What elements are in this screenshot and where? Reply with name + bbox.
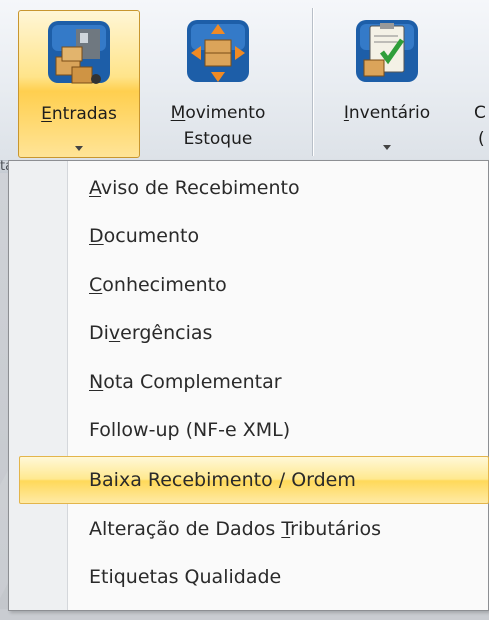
ribbon: Entradas Movimento Estoque Inventário C … [0, 0, 489, 160]
inventario-button[interactable]: Inventário [322, 10, 452, 156]
menu-item-divergencias[interactable]: Divergências [9, 310, 487, 356]
cut-off-button[interactable]: C( [466, 10, 489, 156]
menu-item-etiquetas-qualidade[interactable]: Etiquetas Qualidade [9, 554, 487, 600]
clipboard-check-icon [356, 20, 418, 82]
menu-item-follow-up[interactable]: Follow-up (NF-e XML) [9, 407, 487, 453]
menu-item-nota-complementar[interactable]: Nota Complementar [9, 359, 487, 405]
dropdown-arrow-icon [383, 145, 391, 150]
cut-off-label: C( [474, 103, 486, 149]
boxes-arrows-icon [187, 20, 249, 82]
entradas-dropdown-menu: Aviso de Recebimento Documento Conhecime… [8, 160, 489, 611]
menu-item-documento[interactable]: Documento [9, 213, 487, 259]
movimento-estoque-label: Movimento Estoque [170, 103, 266, 149]
entradas-button[interactable]: Entradas [18, 10, 140, 158]
menu-item-alteracao-dados-tributarios[interactable]: Alteração de Dados Tributários [9, 506, 487, 552]
menu-item-aviso-de-recebimento[interactable]: Aviso de Recebimento [9, 165, 487, 211]
movimento-estoque-button[interactable]: Movimento Estoque [152, 10, 284, 156]
truck-boxes-icon [48, 21, 110, 84]
inventario-label: Inventário [343, 103, 431, 123]
menu-item-conhecimento[interactable]: Conhecimento [9, 262, 487, 308]
ribbon-separator [312, 8, 313, 156]
menu-item-baixa-recebimento-ordem[interactable]: Baixa Recebimento / Ordem [19, 456, 489, 504]
dropdown-arrow-icon [75, 146, 83, 151]
entradas-label: Entradas [41, 104, 117, 124]
